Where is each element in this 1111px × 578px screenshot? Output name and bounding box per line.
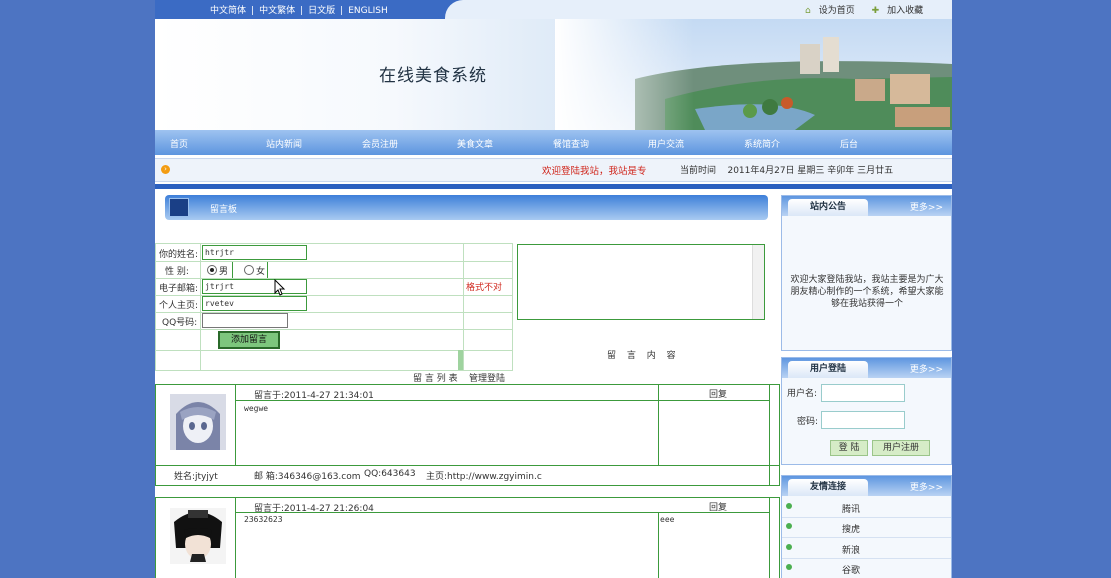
lang-simplified-link[interactable]: 中文简体 <box>210 6 246 16</box>
email-input[interactable]: jtrjrt <box>202 279 307 294</box>
email-label: 电子邮箱: <box>159 284 199 294</box>
notice-panel: 站内公告 更多>> 欢迎大家登陆我站，我站主要是为广大朋友精心制作的一个系统，希… <box>781 195 952 351</box>
monitor-icon <box>169 198 189 217</box>
qq-input[interactable] <box>202 313 288 328</box>
nav-home[interactable]: 首页 <box>170 137 188 150</box>
name-label: 你的姓名: <box>159 250 199 260</box>
lang-traditional-link[interactable]: 中文繁体 <box>259 6 295 16</box>
plus-icon: ✚ <box>871 6 880 16</box>
login-more-link[interactable]: 更多>> <box>910 362 943 375</box>
reply-text: eee <box>660 515 675 524</box>
password-label: 密码: <box>797 417 819 427</box>
email-error: 格式不对 <box>466 283 503 293</box>
nav-food-articles[interactable]: 美食文章 <box>457 137 493 150</box>
message-body: wegwe <box>244 404 269 413</box>
login-title: 用户登陆 <box>788 361 868 378</box>
page: 中文简体 | 中文繁体 | 日文版 | ENGLISH ⌂ 设为首页 ✚ 加入收藏 在线美食系统 <box>155 0 952 578</box>
homepage-input[interactable]: rvetev <box>202 296 307 311</box>
message-content-textarea[interactable] <box>517 244 765 320</box>
username-label: 用户名: <box>787 389 818 399</box>
bullet-icon <box>786 503 792 509</box>
nav-system-intro[interactable]: 系统简介 <box>744 137 780 150</box>
list-header: 留 言 列 表 管理登陆 <box>413 371 505 384</box>
mouse-cursor-icon <box>274 279 286 296</box>
login-button[interactable]: 登 陆 <box>830 440 868 456</box>
author-homepage[interactable]: 主页:http://www.zgyimin.c <box>426 469 542 482</box>
gender-label: 性 别: <box>165 267 189 277</box>
link-item-tencent[interactable]: 腾讯 <box>782 497 951 518</box>
favorites-links: ⌂ 设为首页 ✚ 加入收藏 <box>805 3 923 16</box>
friend-links-panel: 友情连接 更多>> 腾讯 搜虎 新浪 谷歌 <box>781 475 952 578</box>
notice-title: 站内公告 <box>788 199 868 216</box>
reply-label: 回复 <box>709 390 728 400</box>
reply-label: 回复 <box>709 503 728 513</box>
gender-female-radio[interactable] <box>244 265 254 275</box>
lang-english-link[interactable]: ENGLISH <box>348 6 388 16</box>
avatar-anime-girl <box>170 394 226 450</box>
arrow-icon: › <box>161 165 170 174</box>
set-homepage-link[interactable]: 设为首页 <box>819 6 855 16</box>
main-nav: 首页 站内新闻 会员注册 美食文章 餐馆查询 用户交流 系统简介 后台 <box>155 130 952 155</box>
homepage-label: 个人主页: <box>159 301 199 311</box>
current-time: 当前时间 2011年4月27日 星期三 辛卯年 三月廿五 <box>680 166 894 176</box>
add-message-button[interactable]: 添加留言 <box>218 331 280 349</box>
bullet-icon <box>786 523 792 529</box>
gender-female-label: 女 <box>256 267 266 277</box>
nav-user-exchange[interactable]: 用户交流 <box>648 137 684 150</box>
link-item-sohu[interactable]: 搜虎 <box>782 517 951 538</box>
author-name: 姓名:jtyjyt <box>174 472 218 482</box>
bullet-icon <box>786 544 792 550</box>
message-time: 留言于:2011-4-27 21:34:01 <box>254 391 374 401</box>
qq-label: QQ号码: <box>162 318 198 328</box>
guestbook-header: 留言板 <box>165 195 768 220</box>
link-item-google[interactable]: 谷歌 <box>782 558 951 578</box>
notice-more-link[interactable]: 更多>> <box>910 200 943 213</box>
author-qq: QQ:643643 <box>364 469 416 479</box>
info-strip: › 欢迎登陆我站，我站是专 当前时间 2011年4月27日 星期三 辛卯年 三月… <box>155 158 952 182</box>
welcome-marquee: 欢迎登陆我站，我站是专 <box>542 166 647 177</box>
bullet-icon <box>786 564 792 570</box>
nav-site-news[interactable]: 站内新闻 <box>266 137 302 150</box>
add-favorite-link[interactable]: 加入收藏 <box>887 6 923 16</box>
links-title: 友情连接 <box>788 479 868 496</box>
lang-japanese-link[interactable]: 日文版 <box>308 6 335 16</box>
home-icon: ⌂ <box>805 6 811 16</box>
message-entry: 留言于:2011-4-27 21:34:01 回复 wegwe 姓名:jtyjy… <box>155 384 780 486</box>
avatar-dark-hair <box>170 508 226 564</box>
gender-male-label: 男 <box>219 267 229 277</box>
banner: 在线美食系统 <box>155 19 952 130</box>
password-input[interactable] <box>821 411 905 429</box>
username-input[interactable] <box>821 384 905 402</box>
city-scenery-image <box>555 19 952 130</box>
link-item-sina[interactable]: 新浪 <box>782 538 951 559</box>
guestbook-title: 留言板 <box>210 205 238 215</box>
nav-admin[interactable]: 后台 <box>840 137 858 150</box>
site-title: 在线美食系统 <box>379 66 487 86</box>
top-bar: 中文简体 | 中文繁体 | 日文版 | ENGLISH ⌂ 设为首页 ✚ 加入收藏 <box>155 0 952 19</box>
content-label: 留 言 内 容 <box>607 351 680 361</box>
nav-register[interactable]: 会员注册 <box>362 137 398 150</box>
message-time: 留言于:2011-4-27 21:26:04 <box>254 504 374 514</box>
language-switcher: 中文简体 | 中文繁体 | 日文版 | ENGLISH <box>210 6 388 16</box>
gender-male-radio[interactable] <box>207 265 217 275</box>
message-list-label: 留 言 列 表 <box>413 374 458 384</box>
guestbook-form: 你的姓名: htrjtr 性 别: 男 女 电子邮箱: jtrjrt 格式不对 … <box>155 243 513 371</box>
login-panel: 用户登陆 更多>> 用户名: 密码: 登 陆 用户注册 <box>781 357 952 465</box>
name-input[interactable]: htrjtr <box>202 245 307 260</box>
nav-restaurant-search[interactable]: 餐馆查询 <box>553 137 589 150</box>
author-email: 邮 箱:346346@163.com <box>254 472 361 482</box>
admin-login-link[interactable]: 管理登陆 <box>469 374 505 384</box>
message-entry: 留言于:2011-4-27 21:26:04 回复 23632623 eee <box>155 497 780 578</box>
register-button[interactable]: 用户注册 <box>872 440 930 456</box>
links-more-link[interactable]: 更多>> <box>910 480 943 493</box>
message-body: 23632623 <box>244 515 283 524</box>
notice-text: 欢迎大家登陆我站，我站主要是为广大朋友精心制作的一个系统，希望大家能够在我站获得… <box>790 275 944 309</box>
textarea-scrollbar[interactable] <box>752 245 764 319</box>
